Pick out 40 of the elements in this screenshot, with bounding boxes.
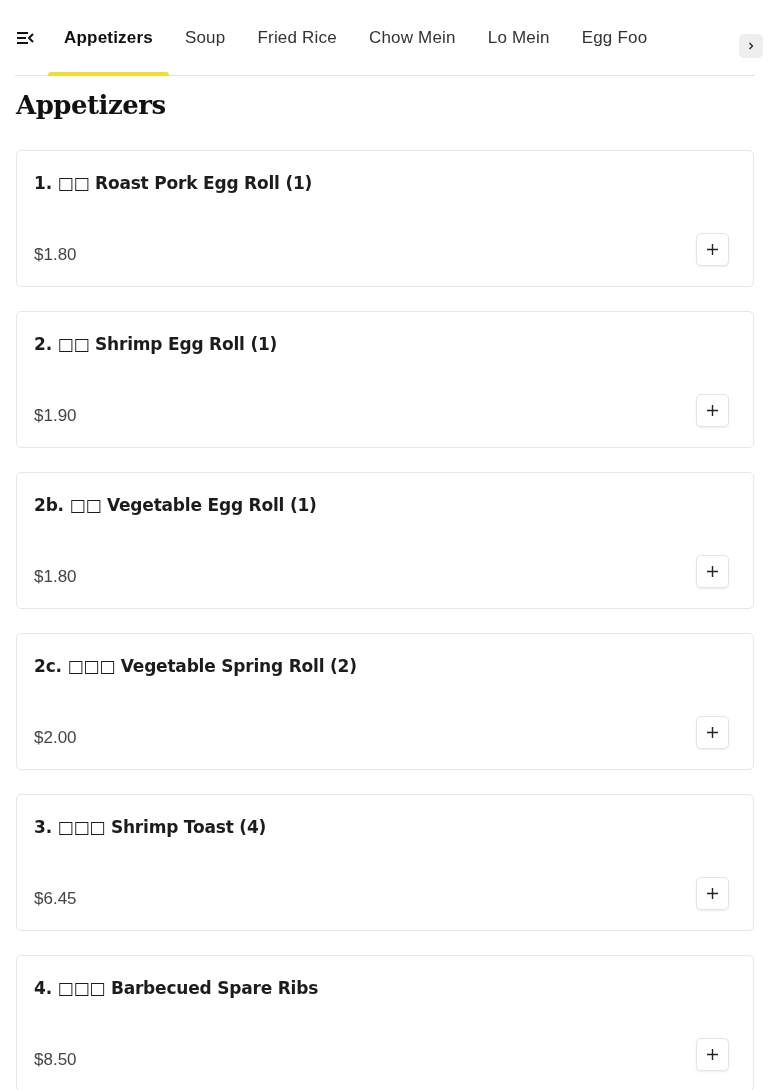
item-price: $6.45 [34,887,77,909]
item-name: 4. □□□ Barbecued Spare Ribs [34,978,320,998]
menu-item-card[interactable]: 2c. □□□ Vegetable Spring Roll (2) $2.00 [16,633,754,770]
chevron-right-icon [748,42,754,50]
scroll-right-button[interactable] [739,34,763,58]
item-price: $2.00 [34,726,77,748]
plus-icon [707,244,718,255]
category-tab[interactable]: Lo Mein [471,0,566,75]
add-button[interactable] [696,716,729,749]
item-price: $1.90 [34,404,77,426]
menu-item-card[interactable]: 2. □□ Shrimp Egg Roll (1) $1.90 [16,311,754,448]
item-name: 2. □□ Shrimp Egg Roll (1) [34,334,279,354]
add-button[interactable] [696,555,729,588]
menu-item-card[interactable]: 3. □□□ Shrimp Toast (4) $6.45 [16,794,754,931]
menu-item-card[interactable]: 4. □□□ Barbecued Spare Ribs $8.50 [16,955,754,1090]
item-price: $1.80 [34,565,77,587]
menu-item-card[interactable]: 1. □□ Roast Pork Egg Roll (1) $1.80 [16,150,754,287]
item-price: $8.50 [34,1048,77,1070]
plus-icon [707,405,718,416]
add-button[interactable] [696,394,729,427]
menu-icon[interactable] [16,30,34,45]
add-button[interactable] [696,877,729,910]
item-name: 3. □□□ Shrimp Toast (4) [34,817,268,837]
add-button[interactable] [696,1038,729,1071]
plus-icon [707,888,718,899]
item-name: 2b. □□ Vegetable Egg Roll (1) [34,495,318,515]
category-tab[interactable]: Soup [168,0,242,75]
category-tab[interactable]: Fried Rice [241,0,353,75]
category-tab[interactable]: Appetizers [48,0,169,75]
section-heading: Appetizers [16,90,167,120]
plus-icon [707,1049,718,1060]
item-name: 2c. □□□ Vegetable Spring Roll (2) [34,656,358,676]
menu-item-card[interactable]: 2b. □□ Vegetable Egg Roll (1) $1.80 [16,472,754,609]
add-button[interactable] [696,233,729,266]
category-tab[interactable]: Chow Mein [352,0,472,75]
plus-icon [707,566,718,577]
plus-icon [707,727,718,738]
item-name: 1. □□ Roast Pork Egg Roll (1) [34,173,314,193]
item-price: $1.80 [34,243,77,265]
category-tab[interactable]: Egg Foo [565,0,664,75]
